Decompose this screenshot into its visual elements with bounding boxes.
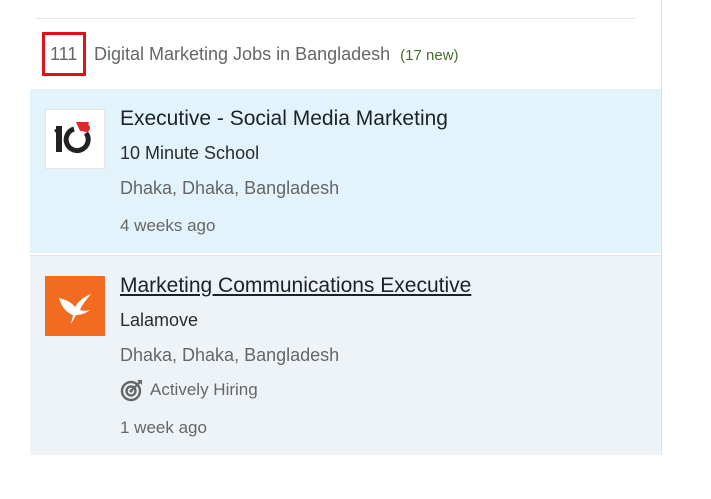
- company-logo[interactable]: [45, 109, 105, 169]
- company-name[interactable]: Lalamove: [120, 310, 198, 331]
- job-location: Dhaka, Dhaka, Bangladesh: [120, 345, 340, 365]
- job-card[interactable]: Marketing Communications Executive Lalam…: [30, 255, 661, 455]
- posted-time: 1 week ago: [120, 418, 207, 437]
- 10-minute-school-logo-icon: [54, 122, 91, 154]
- job-location: Dhaka, Dhaka, Bangladesh: [120, 178, 340, 198]
- divider: [35, 18, 635, 19]
- lalamove-logo-icon: [59, 294, 91, 324]
- actively-hiring-badge: Actively Hiring: [120, 378, 258, 402]
- results-count: 111: [50, 44, 78, 64]
- company-logo[interactable]: [45, 276, 105, 336]
- company-name[interactable]: 10 Minute School: [120, 143, 259, 164]
- job-results-panel: 111 Digital Marketing Jobs in Bangladesh…: [30, 0, 662, 455]
- job-title-link[interactable]: Executive - Social Media Marketing: [120, 107, 448, 131]
- job-title-link[interactable]: Marketing Communications Executive: [120, 274, 471, 298]
- results-heading: Digital Marketing Jobs in Bangladesh (17 …: [94, 44, 459, 65]
- results-heading-text: Digital Marketing Jobs in Bangladesh: [94, 44, 391, 64]
- job-card[interactable]: Executive - Social Media Marketing 10 Mi…: [30, 89, 661, 253]
- results-header: 111 Digital Marketing Jobs in Bangladesh…: [30, 32, 661, 78]
- actively-hiring-label: Actively Hiring: [150, 380, 258, 399]
- new-jobs-count: (17 new): [400, 47, 459, 64]
- posted-time: 4 weeks ago: [120, 216, 216, 235]
- target-icon: [120, 380, 142, 402]
